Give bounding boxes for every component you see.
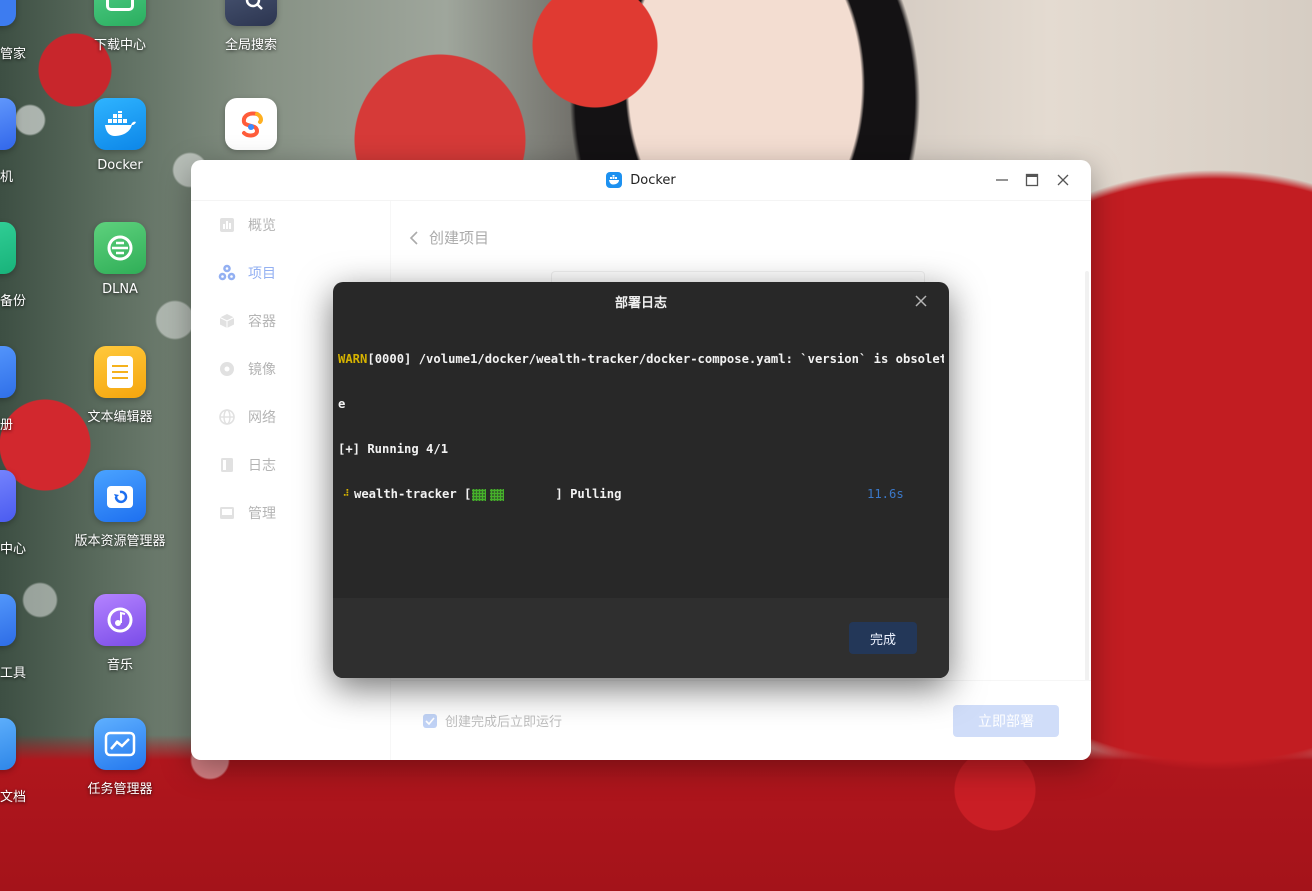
log-line-running: [+] Running 4/1 — [338, 442, 449, 456]
partial-app-icon[interactable] — [0, 470, 16, 522]
log-service-status: ] Pulling — [555, 487, 622, 501]
maximize-button[interactable] — [1021, 169, 1043, 191]
desktop-icon-label: 全局搜索 — [224, 38, 277, 53]
log-warn-tag: WARN — [338, 352, 368, 366]
close-icon — [1057, 174, 1069, 186]
close-button[interactable] — [1052, 169, 1074, 191]
deploy-log-dialog: 部署日志 WARN[0000] /volume1/docker/wealth-t… — [333, 282, 949, 678]
desktop-icon-label: DLNA — [102, 282, 138, 297]
desktop-icon-dlna[interactable]: DLNA — [65, 222, 175, 297]
desktop-icon-label: 中心 — [0, 542, 27, 557]
window-titlebar[interactable]: Docker — [191, 160, 1091, 201]
desktop-icon-s-app[interactable] — [196, 98, 306, 150]
maximize-icon — [1025, 173, 1039, 187]
log-elapsed-time: 11.6s — [867, 487, 904, 501]
desktop-icon-version-explorer[interactable]: 版本资源管理器 — [65, 470, 175, 549]
dlna-icon — [94, 222, 146, 274]
desktop-icon-label: 管家 — [0, 47, 27, 62]
app-s-logo-icon — [225, 98, 277, 150]
log-warn-text: [0000] /volume1/docker/wealth-tracker/do… — [367, 352, 944, 366]
desktop-icon-music[interactable]: 音乐 — [65, 594, 175, 673]
music-icon — [94, 594, 146, 646]
partial-app-icon[interactable] — [0, 346, 16, 398]
desktop-icon-label: 音乐 — [106, 658, 133, 673]
done-button[interactable]: 完成 — [849, 622, 917, 654]
desktop-icon-label: 备份 — [0, 294, 27, 309]
minimize-button[interactable] — [991, 169, 1013, 191]
desktop-icon-label: 机 — [0, 170, 14, 185]
spinner-icon: ⠼ — [342, 489, 350, 499]
progress-block-icon — [490, 488, 505, 501]
log-service-name: wealth-tracker [ — [354, 487, 472, 501]
docker-logo-icon — [606, 172, 623, 188]
desktop-icon-docker[interactable]: Docker — [65, 98, 175, 173]
text-editor-icon — [94, 346, 146, 398]
desktop-icon-global-search[interactable]: 全局搜索 — [196, 0, 306, 53]
log-line-warn: WARN[0000] /volume1/docker/wealth-tracke… — [338, 352, 944, 367]
version-explorer-icon — [94, 470, 146, 522]
minimize-icon — [996, 179, 1008, 181]
progress-block-icon — [472, 488, 487, 501]
dialog-title: 部署日志 — [614, 295, 667, 311]
dialog-footer: 完成 — [333, 598, 949, 678]
partial-app-icon[interactable] — [0, 594, 16, 646]
close-icon[interactable] — [913, 293, 929, 309]
desktop-icon-download-center[interactable]: 下载中心 — [65, 0, 175, 53]
desktop-icon-label: 任务管理器 — [87, 782, 153, 797]
desktop-icon-label: Docker — [97, 158, 143, 173]
partial-app-icon[interactable] — [0, 222, 16, 274]
partial-app-icon[interactable] — [0, 98, 16, 150]
task-manager-icon — [94, 718, 146, 770]
desktop-icon-label: 版本资源管理器 — [74, 534, 166, 549]
desktop-icon-label: 工具 — [0, 666, 27, 681]
desktop-icon-label: 文本编辑器 — [87, 410, 153, 425]
desktop-icon-label: 册 — [0, 418, 14, 433]
desktop-icon-label: 文档 — [0, 790, 27, 805]
docker-icon — [94, 98, 146, 150]
window-title: Docker — [630, 172, 676, 188]
global-search-icon — [225, 0, 277, 26]
desktop-icon-task-manager[interactable]: 任务管理器 — [65, 718, 175, 797]
log-line-warn-wrap: e — [338, 397, 346, 411]
partial-app-icon[interactable] — [0, 718, 16, 770]
deploy-log-terminal: WARN[0000] /volume1/docker/wealth-tracke… — [338, 322, 944, 592]
desktop-icon-label: 下载中心 — [93, 38, 146, 53]
desktop-icon-text-editor[interactable]: 文本编辑器 — [65, 346, 175, 425]
download-center-icon — [94, 0, 146, 26]
dialog-header: 部署日志 — [333, 282, 949, 320]
log-line-service: ⠼ wealth-tracker [ ] Pulling 11.6s — [338, 487, 944, 502]
